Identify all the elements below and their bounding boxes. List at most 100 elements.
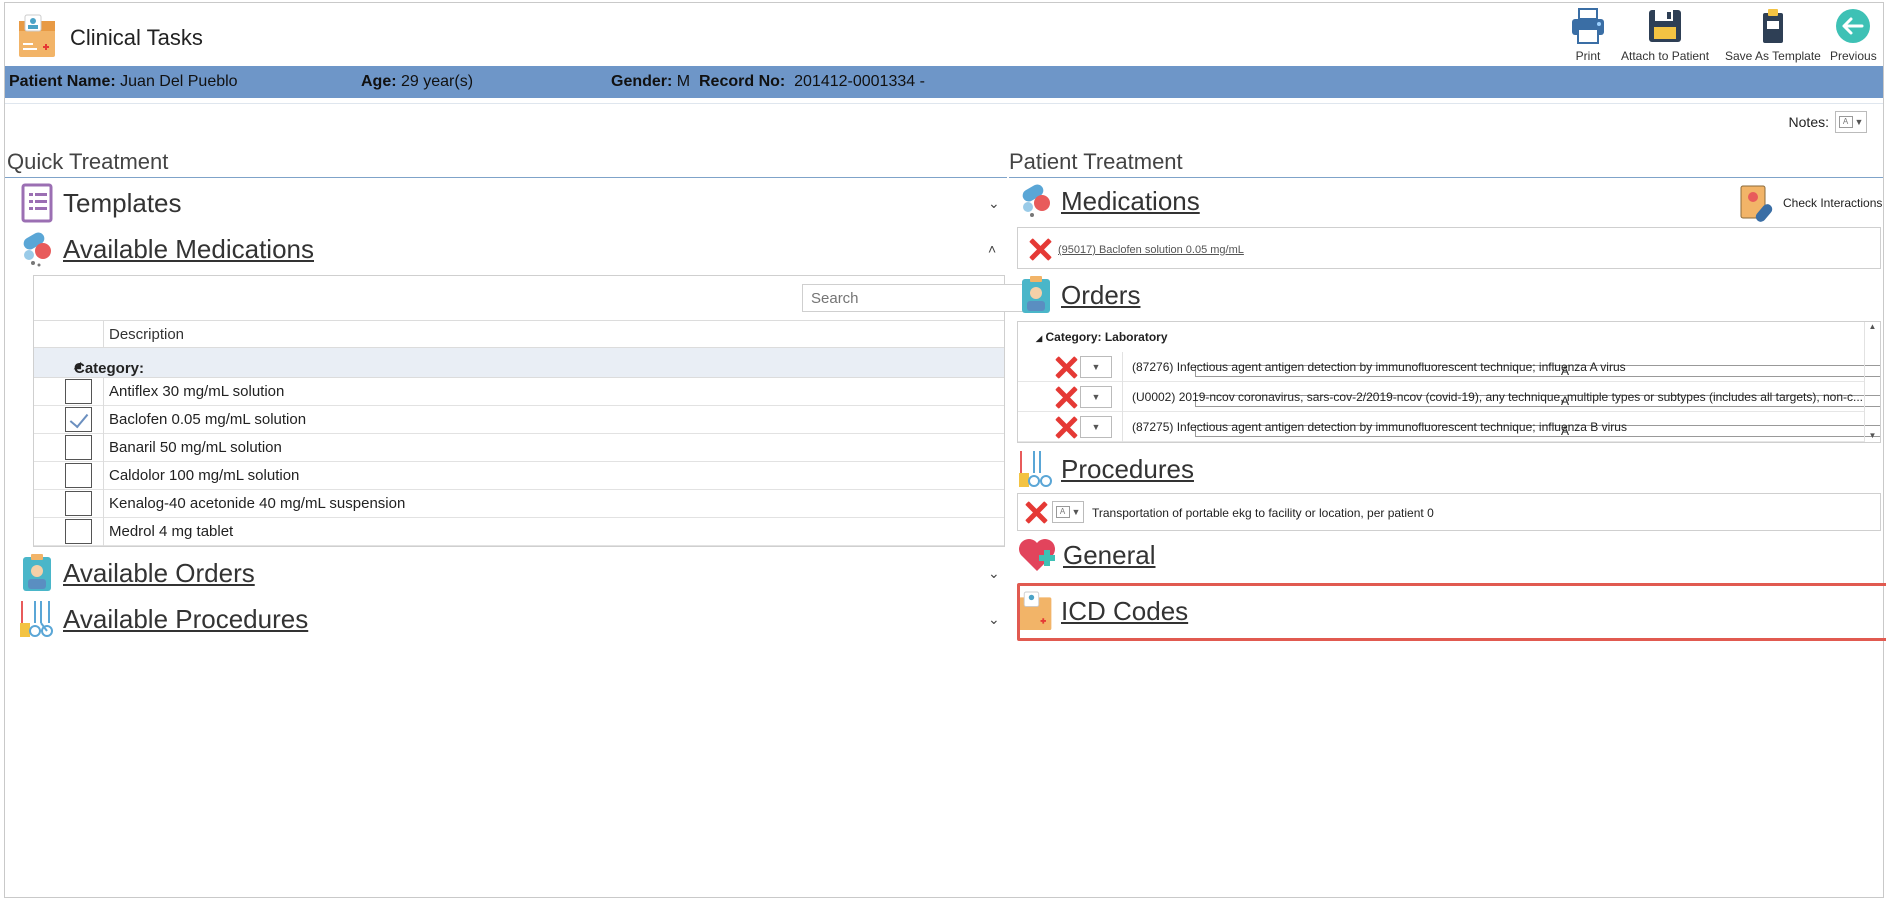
- icd-codes-highlight: [1017, 583, 1886, 641]
- orders-category-row[interactable]: ◢ Category: Laboratory: [1036, 330, 1168, 344]
- app-header: Clinical Tasks Print Attach to Patient S…: [5, 3, 1883, 65]
- pills-icon: [1022, 184, 1050, 217]
- divider: [5, 103, 1883, 104]
- patient-medications-list: (95017) Baclofen solution 0.05 mg/mL: [1017, 227, 1881, 269]
- templates-label: Templates: [63, 187, 182, 218]
- order-note-dropdown[interactable]: A ▼: [1080, 416, 1880, 438]
- chevron-down-icon[interactable]: ⌄: [988, 565, 1000, 582]
- medication-checkbox[interactable]: [65, 463, 92, 488]
- scroll-up-icon[interactable]: ▲: [1865, 322, 1880, 331]
- order-description: (U0002) 2019-ncov coronavirus, sars-cov-…: [1132, 390, 1864, 404]
- medication-row[interactable]: Baclofen 0.05 mg/mL solution: [34, 406, 1004, 434]
- search-input[interactable]: [802, 284, 1028, 312]
- templates-group-header[interactable]: Templates: [19, 183, 182, 223]
- notes-control: Notes: A ▼: [1789, 111, 1867, 133]
- save-as-template-button[interactable]: Save As Template: [1725, 7, 1821, 63]
- order-note-dropdown[interactable]: A ▼: [1080, 356, 1880, 378]
- interactions-clipboard-icon: [1740, 185, 1773, 222]
- clipboard-save-icon: [1762, 9, 1783, 43]
- chevron-down-icon[interactable]: ⌄: [988, 195, 1000, 212]
- order-row[interactable]: A ▼ (87275) Infectious agent antigen detec…: [1018, 412, 1880, 442]
- delete-order-button[interactable]: [1054, 355, 1078, 384]
- medication-checkbox[interactable]: [65, 379, 92, 404]
- patient-orders-grid: ◢ Category: Laboratory A ▼ (87276) Infecti…: [1017, 321, 1881, 443]
- caret-down-icon: ▼: [1091, 362, 1101, 372]
- medication-row[interactable]: Caldolor 100 mg/mL solution: [34, 462, 1004, 490]
- delete-order-button[interactable]: [1054, 385, 1078, 414]
- caret-down-icon: ▼: [1091, 392, 1101, 402]
- medication-name: Medrol 4 mg tablet: [109, 523, 234, 540]
- procedures-label: Procedures: [1061, 453, 1194, 484]
- available-procedures-label: Available Procedures: [63, 603, 309, 634]
- app-window: Clinical Tasks Print Attach to Patient S…: [4, 2, 1886, 898]
- notes-dropdown[interactable]: A ▼: [1835, 111, 1867, 133]
- patient-info-bar: Patient Name: Juan Del Pueblo Age: 29 ye…: [5, 66, 1883, 98]
- orders-scrollbar[interactable]: ▲ ▼: [1864, 322, 1880, 442]
- patient-procedures-list: A ▼ Transportation of portable ekg to fac…: [1017, 493, 1881, 531]
- medication-row[interactable]: Antiflex 30 mg/mL solution: [34, 378, 1004, 406]
- delete-x-icon: [1028, 237, 1052, 261]
- attach-to-patient-button[interactable]: Attach to Patient: [1621, 7, 1709, 63]
- available-orders-label: Available Orders: [63, 557, 255, 588]
- previous-label: Previous: [1830, 49, 1877, 63]
- back-arrow-icon: [1836, 9, 1871, 43]
- grid-header: Description: [34, 320, 1004, 348]
- medications-section-header[interactable]: Medications: [1017, 181, 1200, 221]
- save-template-label: Save As Template: [1725, 49, 1821, 63]
- medication-row[interactable]: Banaril 50 mg/mL solution: [34, 434, 1004, 462]
- printer-icon: [1572, 8, 1604, 44]
- category-group-row[interactable]: ◢ Category:: [34, 348, 1004, 378]
- patient-medication-item[interactable]: (95017) Baclofen solution 0.05 mg/mL: [1058, 244, 1244, 256]
- orders-section-header[interactable]: Orders: [1017, 275, 1140, 315]
- notes-label: Notes:: [1788, 114, 1829, 130]
- general-label: General: [1063, 539, 1156, 570]
- heart-plus-icon: [1019, 539, 1055, 571]
- delete-procedure-button[interactable]: [1024, 500, 1048, 529]
- medication-checkbox[interactable]: [65, 407, 92, 432]
- delete-order-button[interactable]: [1054, 415, 1078, 442]
- order-row[interactable]: A ▼ (87276) Infectious agent antigen detec…: [1018, 352, 1880, 384]
- pills-icon: [23, 232, 51, 267]
- patient-treatment-title: Patient Treatment: [1009, 149, 1183, 174]
- procedure-note-dropdown[interactable]: A ▼: [1052, 501, 1084, 523]
- scroll-down-icon[interactable]: ▼: [1865, 431, 1880, 440]
- order-note-dropdown[interactable]: A ▼: [1080, 386, 1880, 408]
- divider: [1009, 177, 1883, 178]
- check-interactions-label: Check Interactions: [1783, 196, 1883, 210]
- previous-button[interactable]: Previous: [1830, 7, 1877, 63]
- procedures-section-header[interactable]: Procedures: [1017, 449, 1194, 489]
- medication-checkbox[interactable]: [65, 519, 92, 544]
- chevron-down-icon[interactable]: ⌄: [988, 611, 1000, 628]
- medication-row[interactable]: Kenalog-40 acetonide 40 mg/mL suspension: [34, 490, 1004, 518]
- delete-medication-button[interactable]: [1028, 237, 1052, 266]
- print-label: Print: [1575, 49, 1601, 63]
- medication-name: Caldolor 100 mg/mL solution: [109, 467, 300, 484]
- clinical-folder-icon: [19, 14, 55, 57]
- general-section-header[interactable]: General: [1017, 535, 1156, 575]
- collapse-triangle-icon: ◢: [1036, 334, 1043, 343]
- medication-name: Antiflex 30 mg/mL solution: [109, 383, 285, 400]
- attach-label: Attach to Patient: [1621, 49, 1710, 63]
- delete-x-icon: [1054, 355, 1078, 379]
- save-disk-icon: [1649, 10, 1682, 42]
- available-procedures-group-header[interactable]: Available Procedures: [19, 599, 308, 639]
- available-orders-group-header[interactable]: Available Orders: [19, 553, 255, 593]
- medication-name: Kenalog-40 acetonide 40 mg/mL suspension: [109, 495, 406, 512]
- medication-name: Baclofen 0.05 mg/mL solution: [109, 411, 307, 428]
- print-button[interactable]: Print: [1569, 7, 1607, 63]
- orders-clipboard-icon: [23, 554, 51, 591]
- order-description: (87275) Infectious agent antigen detecti…: [1132, 420, 1627, 434]
- order-row[interactable]: A ▼ (U0002) 2019-ncov coronavirus, sars-co…: [1018, 382, 1880, 414]
- chevron-up-icon[interactable]: ˄: [988, 241, 996, 257]
- patient-record-no: Record No: 201412-0001334 -: [699, 73, 925, 90]
- available-medications-group-header[interactable]: Available Medications: [19, 229, 314, 269]
- check-interactions-button[interactable]: Check Interactions: [1737, 183, 1882, 223]
- app-title: Clinical Tasks: [70, 25, 203, 50]
- column-description[interactable]: Description: [109, 326, 184, 343]
- medication-row[interactable]: Medrol 4 mg tablet: [34, 518, 1004, 546]
- medication-checkbox[interactable]: [65, 435, 92, 460]
- medication-checkbox[interactable]: [65, 491, 92, 516]
- medications-label: Medications: [1061, 185, 1200, 216]
- order-description: (87276) Infectious agent antigen detecti…: [1132, 360, 1626, 374]
- orders-label: Orders: [1061, 279, 1141, 310]
